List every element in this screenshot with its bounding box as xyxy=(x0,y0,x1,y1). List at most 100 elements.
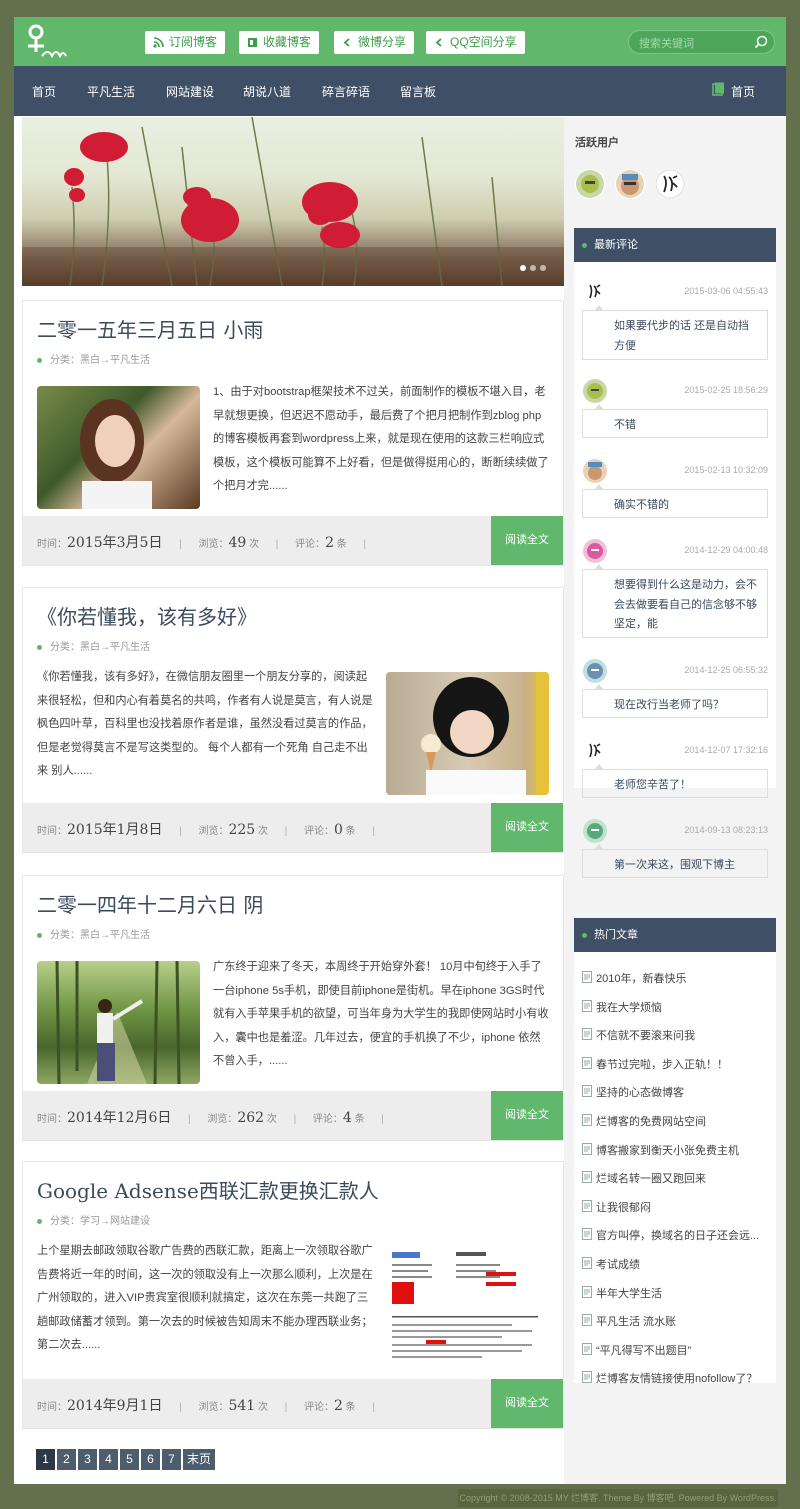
document-icon xyxy=(582,1228,592,1241)
post-thumbnail[interactable] xyxy=(37,961,200,1084)
document-icon xyxy=(582,1142,592,1155)
post-thumbnail[interactable] xyxy=(37,386,200,509)
page-link[interactable]: 6 xyxy=(141,1449,160,1470)
avatar[interactable] xyxy=(655,169,685,199)
subscribe-button[interactable]: 订阅博客 xyxy=(145,31,226,54)
bookmark-button[interactable]: 收藏博客 xyxy=(239,31,320,54)
bullet-icon xyxy=(37,1218,42,1224)
post-date: 2015年3月5日 xyxy=(67,535,163,551)
recent-comments-header: 最新评论 xyxy=(574,228,776,262)
slide-dot[interactable] xyxy=(520,265,526,271)
post-card: Google Adsense西联汇款更换汇款人 分类：学习→网站建设 上个星期去… xyxy=(22,1161,564,1429)
forest-girl-image xyxy=(55,961,181,1084)
qzone-share-button[interactable]: QQ空间分享 xyxy=(426,31,525,54)
nav-item-home[interactable]: 首页 xyxy=(32,83,56,100)
avatar[interactable] xyxy=(615,169,645,199)
page-link[interactable]: 7 xyxy=(162,1449,181,1470)
site-logo[interactable] xyxy=(24,22,68,62)
post-footer: 时间：2014年9月1日 | 浏览：541 次 | 评论：2 条 | 阅读全文 xyxy=(23,1379,563,1428)
post-title[interactable]: Google Adsense西联汇款更换汇款人 xyxy=(37,1175,379,1204)
post-comments: 4 xyxy=(342,1110,352,1126)
post-views: 262 xyxy=(237,1110,265,1126)
post-meta: 时间：2015年1月8日 | 浏览：225 次 | 评论：0 条 | xyxy=(37,822,375,838)
bullet-icon xyxy=(37,932,42,938)
post-title[interactable]: 《你若懂我，该有多好》 xyxy=(37,601,257,630)
slide-dot[interactable] xyxy=(540,265,546,271)
comments-unit: 条 xyxy=(336,539,347,550)
post-category-label: 分类：黑白→平凡生活 xyxy=(50,355,150,366)
search-icon[interactable] xyxy=(754,35,768,49)
post-thumbnail[interactable] xyxy=(386,1244,549,1367)
bullet-icon xyxy=(37,357,42,363)
comment-date: 2015-02-13 10:32:09 xyxy=(684,465,768,475)
page-link[interactable]: 5 xyxy=(120,1449,139,1470)
comments-unit: 条 xyxy=(345,1402,356,1413)
recent-comments-widget: 最新评论 2015-03-06 04:55:43 如果要代步的话 还是自动挡方便… xyxy=(574,228,776,878)
weibo-share-label: 微博分享 xyxy=(358,35,407,49)
comment-date: 2015-02-25 18:56:29 xyxy=(684,385,768,395)
post-comments: 0 xyxy=(333,822,343,838)
post-title[interactable]: 二零一五年三月五日 小雨 xyxy=(37,314,263,343)
post-comments: 2 xyxy=(325,535,334,551)
comment-date: 2014-12-25 06:55:32 xyxy=(684,665,768,675)
weibo-share-button[interactable]: 微博分享 xyxy=(334,31,415,54)
footer-copyright: Copyright © 2008-2015 MY 烂博客. Theme By 博… xyxy=(458,1489,778,1507)
nav-item-murmurs[interactable]: 碎言碎语 xyxy=(322,83,370,100)
hot-post-title: 考试成绩 xyxy=(596,1259,640,1271)
portrait-image xyxy=(80,399,152,509)
search-input[interactable]: 搜索关键词 xyxy=(628,30,775,54)
avatar xyxy=(583,739,607,763)
nav-item-life[interactable]: 平凡生活 xyxy=(87,83,135,100)
page-link[interactable]: 4 xyxy=(99,1449,118,1470)
post-title[interactable]: 二零一四年十二月六日 阴 xyxy=(37,889,263,918)
page-link[interactable]: 2 xyxy=(57,1449,76,1470)
post-thumbnail[interactable] xyxy=(386,672,549,795)
post-category[interactable]: 分类：学习→网站建设 xyxy=(37,1212,150,1227)
avatar[interactable] xyxy=(575,169,605,199)
read-more-button[interactable]: 阅读全文 xyxy=(491,1379,563,1428)
avatar xyxy=(583,379,607,403)
document-icon xyxy=(582,1199,592,1212)
post-category[interactable]: 分类：黑白→平凡生活 xyxy=(37,926,150,941)
read-more-button[interactable]: 阅读全文 xyxy=(491,1091,563,1140)
post-excerpt: 上个星期去邮政领取谷歌广告费的西联汇款，距离上一次领取谷歌广告费将近一年的时间，… xyxy=(37,1245,373,1351)
nav-home-right-label: 首页 xyxy=(731,85,756,99)
post-views: 541 xyxy=(228,1398,256,1414)
nav-item-guestbook[interactable]: 留言板 xyxy=(400,83,436,100)
post-comments: 2 xyxy=(333,1398,343,1414)
comment-text: 想要得到什么这是动力，会不会去做要看自己的信念够不够坚定，能 xyxy=(582,564,768,638)
document-icon xyxy=(582,1114,592,1126)
read-more-button[interactable]: 阅读全文 xyxy=(491,516,563,565)
hot-post-title: 春节过完啦，步入正轨！！ xyxy=(596,1058,728,1071)
page-link[interactable]: 1 xyxy=(36,1449,55,1470)
post-date: 2014年12月6日 xyxy=(67,1110,172,1126)
nav-item-nonsense[interactable]: 胡说八道 xyxy=(243,83,291,100)
page-link[interactable]: 3 xyxy=(78,1449,97,1470)
comment-text: 确实不错的 xyxy=(582,484,768,518)
bullet-icon xyxy=(582,243,587,248)
avatar xyxy=(583,539,607,563)
hot-post-title: 官方叫停，换域名的日子还会远... xyxy=(596,1230,760,1243)
views-label: 浏览： xyxy=(207,1114,238,1125)
hot-posts-header: 热门文章 xyxy=(574,918,776,952)
comments-unit: 条 xyxy=(354,1114,365,1125)
nav-item-webdev[interactable]: 网站建设 xyxy=(166,83,214,100)
time-label: 时间： xyxy=(37,826,67,837)
recent-comments-title: 最新评论 xyxy=(594,239,638,251)
time-label: 时间： xyxy=(37,1402,67,1413)
hot-post-title: 2010年，新春快乐 xyxy=(596,973,687,985)
slideshow-banner[interactable] xyxy=(22,117,564,286)
hot-post-title: 让我很郁闷 xyxy=(596,1201,651,1214)
subscribe-label: 订阅博客 xyxy=(169,35,218,49)
avatar xyxy=(583,459,607,483)
flower-photo xyxy=(22,117,564,286)
post-category[interactable]: 分类：黑白→平凡生活 xyxy=(37,351,150,366)
read-more-button[interactable]: 阅读全文 xyxy=(491,803,563,852)
views-unit: 次 xyxy=(257,826,268,837)
comments-unit: 条 xyxy=(345,826,356,837)
post-category[interactable]: 分类：黑白→平凡生活 xyxy=(37,638,150,653)
slide-dot[interactable] xyxy=(530,265,536,271)
nav-home-right[interactable]: 首页 xyxy=(712,82,756,100)
document-scan-image xyxy=(392,1252,538,1358)
last-page-link[interactable]: 末页 xyxy=(183,1449,216,1470)
